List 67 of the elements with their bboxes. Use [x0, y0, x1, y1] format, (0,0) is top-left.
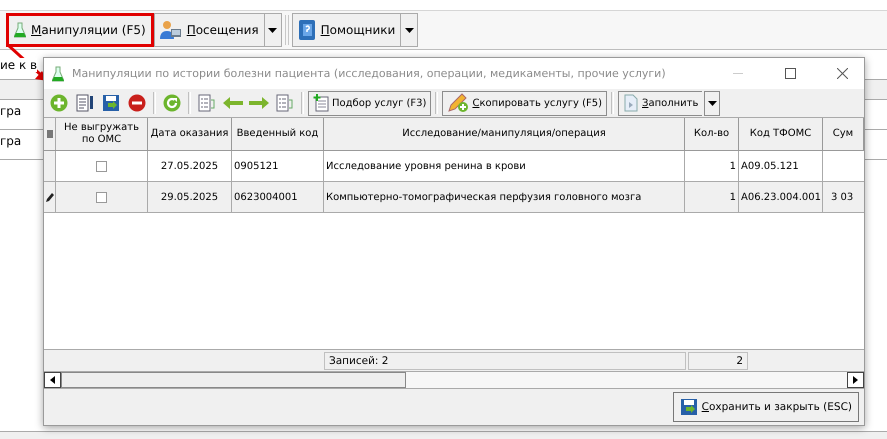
- table-row[interactable]: 29.05.2025 0623004001 Компьютерно-томографическая перфузия головного мозга 1 A06.23.004.001 3 03: [44, 182, 864, 213]
- toolbar-button[interactable]: Помощники: [292, 13, 400, 47]
- scrollbar-thumb[interactable]: [61, 372, 406, 388]
- total-count: 2: [688, 352, 748, 370]
- maximize-icon: [784, 68, 796, 79]
- toolbar-button[interactable]: Посещения: [154, 13, 264, 47]
- dropdown-button[interactable]: [704, 90, 720, 116]
- table-cell-text: 3 03: [830, 190, 854, 204]
- row-indicator[interactable]: [44, 182, 56, 212]
- column-header[interactable]: Введенный код: [232, 118, 324, 150]
- minimize-icon: [733, 73, 743, 74]
- table-cell: Исследование уровня ренина в крови: [324, 151, 685, 181]
- table-cell: A06.23.004.001: [739, 182, 823, 212]
- flask-icon: [14, 22, 26, 38]
- right-arrow-icon: [853, 376, 858, 384]
- table-cell: 1: [685, 182, 739, 212]
- arrow-right-icon: [249, 96, 269, 110]
- column-header[interactable]: Не выгружать по ОМС: [56, 118, 148, 150]
- list-icon: [198, 94, 216, 112]
- table-cell: Компьютерно-томографическая перфузия головного мозга: [324, 182, 685, 212]
- pencil-add-icon: [447, 93, 470, 113]
- scroll-left-button[interactable]: [44, 372, 61, 388]
- field-label: ие к в: [0, 58, 38, 72]
- pencil-icon: [46, 192, 54, 202]
- save-close-button[interactable]: Сохранить и закрыть (ESC): [672, 392, 859, 422]
- table-cell: 0905121: [232, 151, 324, 181]
- close-icon: [836, 68, 848, 79]
- table-cell: A09.05.121: [739, 151, 823, 181]
- table-cell: 1: [685, 151, 739, 181]
- column-chooser-button[interactable]: [44, 118, 56, 150]
- column-header[interactable]: Кол-во: [685, 118, 739, 150]
- column-header[interactable]: Дата оказания: [148, 118, 232, 150]
- checkbox[interactable]: [96, 192, 107, 202]
- person-computer-icon: [160, 20, 182, 40]
- document-add-icon: [313, 94, 329, 112]
- toolbar-button[interactable]: Скопировать услугу (F5): [442, 90, 608, 116]
- column-header[interactable]: Сум: [823, 118, 864, 150]
- checkbox[interactable]: [96, 160, 107, 172]
- document-icon: [623, 94, 640, 112]
- toolbar-button[interactable]: Заполнить: [618, 90, 702, 116]
- list-icon: [276, 94, 294, 112]
- table-cell: 27.05.2025: [148, 151, 232, 181]
- arrow-left-icon: [223, 96, 243, 110]
- dropdown-button[interactable]: [264, 13, 282, 47]
- edit-document-icon: [76, 94, 94, 112]
- caret-icon: [268, 28, 278, 32]
- flask-icon: [52, 66, 64, 82]
- scroll-right-button[interactable]: [847, 372, 864, 388]
- table-cell: 0623004001: [232, 182, 324, 212]
- caret-icon: [404, 28, 414, 32]
- toolbar-button[interactable]: Манипуляции (F5): [6, 13, 154, 47]
- column-header[interactable]: Исследование/манипуляция/операция: [324, 118, 685, 150]
- delete-icon: [128, 94, 146, 112]
- dropdown-button[interactable]: [400, 13, 418, 47]
- window-title: Манипуляции по истории болезни пациента (исследования, операции, медикаменты, прочие услуги): [72, 67, 667, 80]
- records-count: Записей: 2: [324, 352, 686, 370]
- toolbar-button[interactable]: Подбор услуг (F3): [308, 90, 432, 116]
- save-icon: [102, 94, 120, 112]
- save-icon: [680, 398, 698, 416]
- column-header[interactable]: Код ТФОМС: [739, 118, 823, 150]
- table-row[interactable]: 27.05.2025 0905121 Исследование уровня ренина в крови 1 A09.05.121: [44, 151, 864, 182]
- help-book-icon: [298, 19, 316, 41]
- refresh-icon: [163, 94, 181, 112]
- left-arrow-icon: [50, 376, 55, 384]
- list-icon: [46, 130, 52, 138]
- table-cell: 29.05.2025: [148, 182, 232, 212]
- add-icon: [50, 94, 68, 112]
